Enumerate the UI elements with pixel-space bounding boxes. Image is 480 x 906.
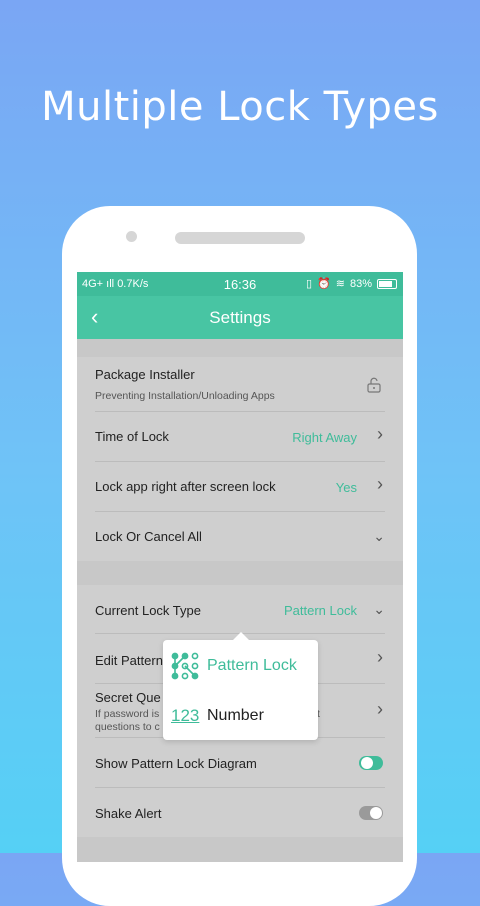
number-123-icon: 123 (171, 706, 200, 725)
current-lock-type-label: Current Lock Type (95, 603, 201, 618)
chevron-right-icon: › (377, 647, 383, 667)
shake-alert-label: Shake Alert (95, 806, 162, 821)
section-divider (77, 339, 403, 357)
unlock-icon[interactable] (367, 377, 381, 393)
shake-alert-toggle[interactable] (359, 806, 383, 820)
status-bar: 4G+ ıll 0.7K/s 16:36 ▯ ⏰ ≋ 83% (77, 272, 403, 296)
secret-question-label: Secret Que (95, 690, 161, 705)
show-pattern-row: Show Pattern Lock Diagram (95, 737, 385, 788)
secret-question-sub: If password is (95, 708, 160, 720)
lock-or-cancel-row[interactable]: Lock Or Cancel All ⌄ (95, 511, 385, 561)
chevron-right-icon: › (377, 474, 383, 494)
camera-dot (126, 231, 137, 242)
vibrate-icon: ▯ (305, 278, 313, 290)
wifi-icon: ≋ (335, 278, 345, 290)
lock-after-screen-label: Lock app right after screen lock (95, 479, 276, 494)
popup-option-label: Number (207, 707, 264, 724)
app-screen: 4G+ ıll 0.7K/s 16:36 ▯ ⏰ ≋ 83% ‹ Setting… (77, 272, 403, 862)
chevron-down-icon: ⌄ (373, 601, 385, 617)
alarm-icon: ⏰ (317, 278, 331, 290)
popup-option-label: Pattern Lock (207, 657, 297, 674)
section-divider (77, 561, 403, 585)
edit-pattern-label: Edit Pattern (95, 653, 163, 668)
toggle-knob (370, 807, 382, 819)
app-header: ‹ Settings (77, 296, 403, 339)
toggle-knob (361, 757, 373, 769)
current-lock-type-value: Pattern Lock (284, 603, 357, 618)
shake-alert-row: Shake Alert (95, 787, 385, 837)
package-installer-row[interactable]: Package Installer Preventing Installatio… (95, 357, 385, 412)
show-pattern-toggle[interactable] (359, 756, 383, 770)
current-lock-type-row[interactable]: Current Lock Type Pattern Lock ⌄ (95, 585, 385, 634)
promo-headline: Multiple Lock Types (41, 84, 439, 130)
battery-percent: 83% (349, 277, 372, 290)
lock-type-popup: Pattern Lock 123 Number (163, 632, 318, 740)
secret-question-sub2: questions to c (95, 721, 160, 733)
battery-icon (377, 278, 397, 289)
chevron-right-icon: › (377, 699, 383, 719)
package-installer-label: Package Installer (95, 367, 195, 382)
lock-after-screen-value: Yes (335, 480, 357, 495)
speaker-slot (175, 232, 305, 244)
popup-option-pattern-lock[interactable]: Pattern Lock (171, 646, 297, 686)
lock-or-cancel-label: Lock Or Cancel All (95, 529, 202, 544)
page-title: Settings (209, 308, 271, 327)
package-installer-sub: Preventing Installation/Unloading Apps (95, 390, 275, 402)
chevron-right-icon: › (377, 424, 383, 444)
show-pattern-label: Show Pattern Lock Diagram (95, 756, 257, 771)
section-divider (77, 837, 403, 862)
chevron-down-icon: ⌄ (373, 528, 385, 544)
time-of-lock-row[interactable]: Time of Lock Right Away › (95, 411, 385, 462)
time-of-lock-label: Time of Lock (95, 429, 169, 444)
lock-after-screen-row[interactable]: Lock app right after screen lock Yes › (95, 461, 385, 512)
pattern-grid-icon (171, 652, 199, 680)
time-of-lock-value: Right Away (292, 430, 357, 445)
popup-option-number[interactable]: 123 Number (171, 696, 264, 736)
